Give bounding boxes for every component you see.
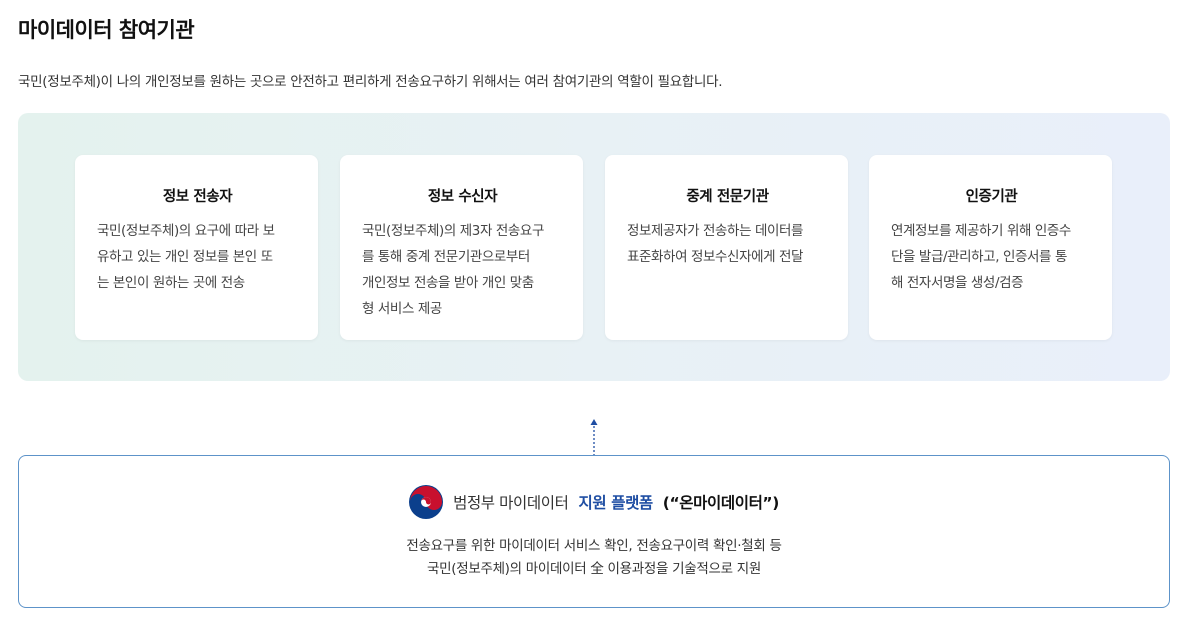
arrow-up-icon: [590, 419, 598, 455]
page-description: 국민(정보주체)이 나의 개인정보를 원하는 곳으로 안전하고 편리하게 전송요…: [18, 74, 723, 90]
page-title: 마이데이터 참여기관: [18, 18, 195, 42]
role-line: 단을 발급/관리하고, 인증서를 통: [891, 249, 1067, 265]
role-description: 국민(정보주체)의 요구에 따라 보 유하고 있는 개인 정보를 본인 또 는 …: [97, 218, 298, 296]
platform-box: 범정부 마이데이터 지원 플랫폼 (“온마이데이터”) 전송요구를 위한 마이데…: [18, 455, 1170, 608]
role-line: 개인정보 전송을 받아 개인 맞춤: [362, 275, 534, 291]
role-card-sender: 정보 전송자 국민(정보주체)의 요구에 따라 보 유하고 있는 개인 정보를 …: [75, 155, 318, 340]
role-card-receiver: 정보 수신자 국민(정보주체)의 제3자 전송요구 를 통해 중계 전문기관으로…: [340, 155, 583, 340]
role-line: 해 전자서명을 생성/검증: [891, 275, 1024, 291]
role-card-relay: 중계 전문기관 정보제공자가 전송하는 데이터를 표준화하여 정보수신자에게 전…: [605, 155, 848, 340]
role-description: 국민(정보주체)의 제3자 전송요구 를 통해 중계 전문기관으로부터 개인정보…: [362, 218, 563, 322]
role-title: 정보 전송자: [162, 189, 233, 205]
role-line: 정보제공자가 전송하는 데이터를: [627, 223, 804, 239]
role-line: 연계정보를 제공하기 위해 인증수: [891, 223, 1071, 239]
role-line: 를 통해 중계 전문기관으로부터: [362, 249, 530, 265]
role-description: 연계정보를 제공하기 위해 인증수 단을 발급/관리하고, 인증서를 통 해 전…: [891, 218, 1092, 296]
roles-panel: 정보 전송자 국민(정보주체)의 요구에 따라 보 유하고 있는 개인 정보를 …: [18, 113, 1170, 381]
role-line: 는 본인이 원하는 곳에 전송: [97, 275, 245, 291]
role-title: 정보 수신자: [427, 189, 498, 205]
platform-description: 전송요구를 위한 마이데이터 서비스 확인, 전송요구이력 확인·철회 등 국민…: [19, 535, 1169, 581]
platform-desc-line: 국민(정보주체)의 마이데이터 全 이용과정을 기술적으로 지원: [427, 561, 761, 577]
role-line: 표준화하여 정보수신자에게 전달: [627, 249, 804, 265]
platform-ministry: 범정부 마이데이터: [453, 494, 569, 512]
platform-brand: (“온마이데이터”): [662, 494, 780, 512]
platform-name: 지원 플랫폼: [578, 494, 654, 512]
government-emblem-icon: [409, 485, 444, 519]
role-title: 인증기관: [965, 189, 1018, 205]
platform-desc-line: 전송요구를 위한 마이데이터 서비스 확인, 전송요구이력 확인·철회 등: [406, 538, 782, 554]
role-line: 국민(정보주체)의 요구에 따라 보: [97, 223, 275, 239]
role-line: 형 서비스 제공: [362, 301, 442, 317]
role-line: 국민(정보주체)의 제3자 전송요구: [362, 223, 544, 239]
role-line: 유하고 있는 개인 정보를 본인 또: [97, 249, 273, 265]
role-description: 정보제공자가 전송하는 데이터를 표준화하여 정보수신자에게 전달: [627, 218, 828, 270]
role-card-certifier: 인증기관 연계정보를 제공하기 위해 인증수 단을 발급/관리하고, 인증서를 …: [869, 155, 1112, 340]
platform-heading: 범정부 마이데이터 지원 플랫폼 (“온마이데이터”): [19, 485, 1169, 519]
role-title: 중계 전문기관: [686, 189, 769, 205]
page: 마이데이터 참여기관 국민(정보주체)이 나의 개인정보를 원하는 곳으로 안전…: [0, 0, 1200, 639]
